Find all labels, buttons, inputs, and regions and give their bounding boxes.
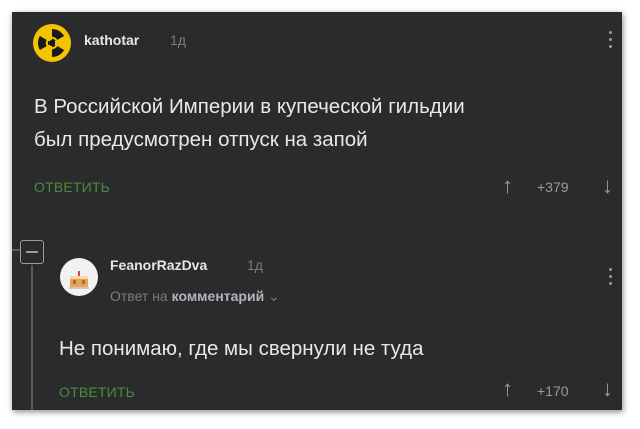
more-options-icon[interactable] bbox=[609, 31, 613, 52]
avatar[interactable] bbox=[33, 24, 71, 62]
upvote-icon[interactable]: ↑ bbox=[502, 378, 513, 400]
chevron-down-icon[interactable]: ⌄ bbox=[268, 288, 280, 304]
comment-text-line: В Российской Империи в купеческой гильди… bbox=[34, 95, 465, 118]
comment-username[interactable]: kathotar bbox=[84, 32, 139, 48]
comment-username[interactable]: FeanorRazDva bbox=[110, 257, 207, 273]
comment-text: В Российской Империи в купеческой гильди… bbox=[34, 90, 465, 156]
more-options-icon[interactable] bbox=[609, 268, 613, 289]
upvote-icon[interactable]: ↑ bbox=[502, 175, 513, 197]
comment-text: Не понимаю, где мы свернули не туда bbox=[59, 337, 424, 360]
rating-value: +170 bbox=[537, 383, 569, 399]
downvote-icon[interactable]: ↓ bbox=[602, 175, 613, 197]
comment-text-line: был предусмотрен отпуск на запой bbox=[34, 128, 368, 151]
avatar[interactable] bbox=[60, 258, 98, 296]
reply-button[interactable]: ОТВЕТИТЬ bbox=[34, 179, 110, 195]
comments-panel: kathotar 1д В Российской Империи в купеч… bbox=[12, 12, 622, 410]
collapse-thread-button[interactable] bbox=[20, 240, 44, 264]
reply-context-link[interactable]: комментарий bbox=[172, 288, 265, 304]
comment-time: 1д bbox=[170, 32, 186, 48]
rating-value: +379 bbox=[537, 179, 569, 195]
thread-connector bbox=[12, 249, 20, 251]
radiation-icon bbox=[33, 24, 71, 62]
cake-icon bbox=[60, 258, 98, 296]
reply-context-prefix: Ответ на bbox=[110, 288, 168, 304]
reply-button[interactable]: ОТВЕТИТЬ bbox=[59, 384, 135, 400]
thread-line[interactable] bbox=[31, 265, 33, 410]
comment-time: 1д bbox=[247, 257, 263, 273]
downvote-icon[interactable]: ↓ bbox=[602, 378, 613, 400]
reply-context[interactable]: Ответ на комментарий ⌄ bbox=[110, 288, 280, 305]
